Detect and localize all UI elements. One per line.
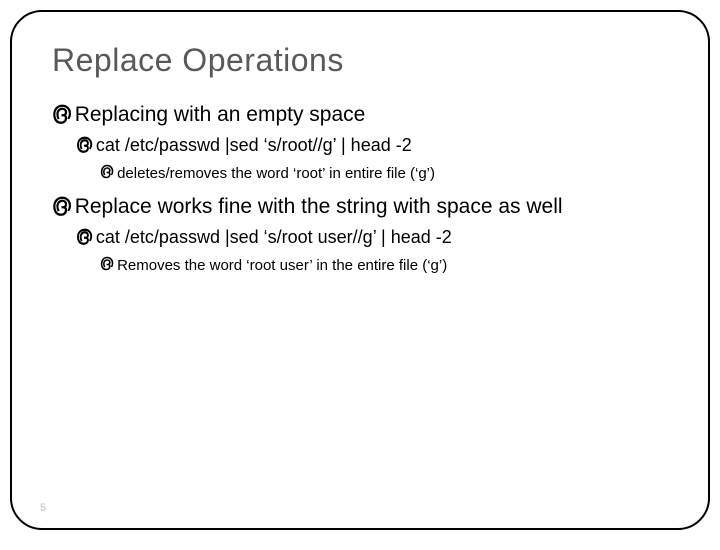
slide-frame: Replace Operations ൫ Replacing with an e…: [10, 10, 710, 530]
bullet-level1: ൫ Replace works fine with the string wit…: [52, 193, 668, 220]
bullet-level2: ൫ cat /etc/passwd |sed ‘s/root user//g’ …: [76, 226, 668, 249]
page-number: 5: [40, 502, 46, 514]
bullet-text: Replace works fine with the string with …: [75, 193, 668, 220]
bullet-level3: ൫ Removes the word ‘root user’ in the en…: [100, 256, 668, 276]
bullet-glyph-icon: ൫: [76, 225, 92, 247]
bullet-glyph-icon: ൫: [52, 100, 71, 126]
bullet-glyph-icon: ൫: [100, 255, 113, 273]
bullet-level3: ൫ deletes/removes the word ‘root’ in ent…: [100, 164, 668, 184]
bullet-level2: ൫ cat /etc/passwd |sed ‘s/root//g’ | hea…: [76, 134, 668, 157]
bullet-text: cat /etc/passwd |sed ‘s/root user//g’ | …: [96, 226, 668, 249]
bullet-text: Removes the word ‘root user’ in the enti…: [117, 256, 668, 276]
bullet-level1: ൫ Replacing with an empty space: [52, 101, 668, 128]
bullet-glyph-icon: ൫: [76, 133, 92, 155]
bullet-glyph-icon: ൫: [100, 163, 113, 181]
bullet-glyph-icon: ൫: [52, 192, 71, 218]
bullet-text: Replacing with an empty space: [75, 101, 668, 128]
slide-title: Replace Operations: [52, 42, 668, 79]
bullet-text: deletes/removes the word ‘root’ in entir…: [117, 164, 668, 184]
bullet-text: cat /etc/passwd |sed ‘s/root//g’ | head …: [96, 134, 668, 157]
